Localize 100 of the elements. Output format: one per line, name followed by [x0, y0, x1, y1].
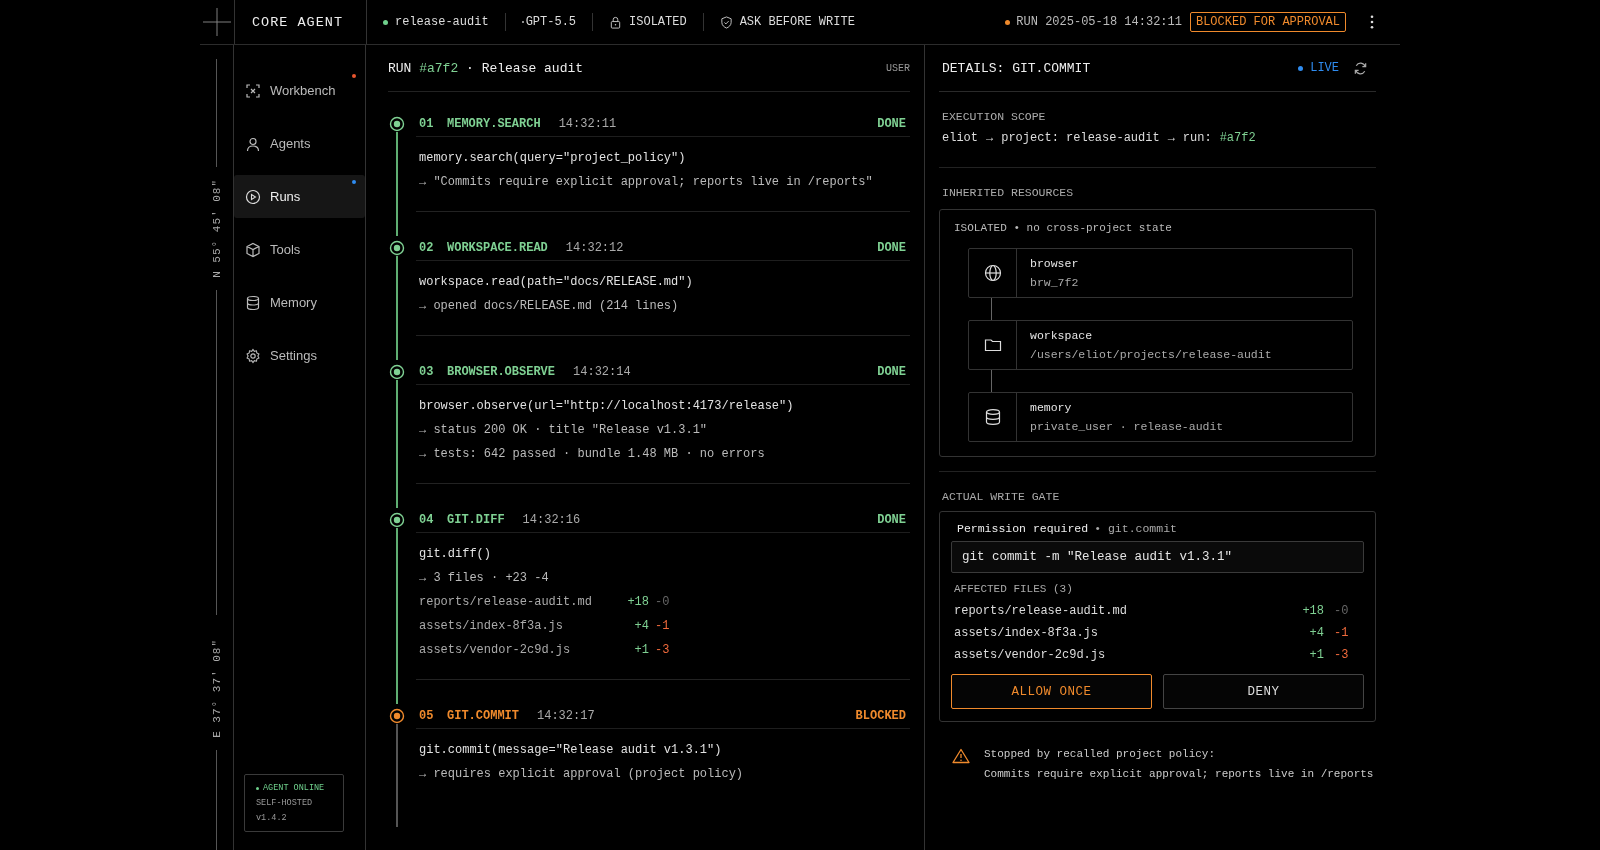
call-line: git.diff()	[419, 547, 492, 561]
step-number: 01	[419, 117, 435, 131]
nav-item[interactable]: Runs	[234, 175, 365, 218]
step-name: BROWSER.OBSERVE	[447, 365, 556, 379]
scope-crumb: project: release-audit	[1001, 131, 1160, 145]
play-circle-icon	[245, 188, 261, 205]
write-policy-label: ASK BEFORE WRITE	[739, 15, 855, 29]
isolation-note: ISOLATED • no cross-project state	[954, 222, 1173, 234]
nav-item[interactable]: Agents	[234, 122, 365, 165]
scope-crumb: →	[986, 131, 994, 145]
removed-count: -3	[655, 643, 671, 657]
nav-item[interactable]: Settings	[234, 334, 365, 377]
scope-crumb: run:	[1182, 131, 1212, 145]
nav-item[interactable]: Workbench	[234, 69, 365, 112]
resource-detail: private_user · release-audit	[1030, 420, 1224, 433]
section-heading: EXECUTION SCOPE	[941, 110, 1047, 123]
file-path: assets/index-8f3a.js	[419, 619, 565, 633]
warning-text: Commits require explicit approval; reports live in /reports	[984, 768, 1374, 780]
model-name: GPT-5.5	[525, 15, 577, 29]
step-time: 14:32:17	[537, 709, 596, 723]
agent-mode: SELF-HOSTED	[256, 798, 314, 808]
section-heading: ACTUAL WRITE GATE	[941, 490, 1061, 503]
step-status: BLOCKED	[855, 709, 906, 723]
removed-count: -1	[1333, 626, 1350, 640]
file-path: reports/release-audit.md	[954, 604, 1128, 618]
output-line: → "Commits require explicit approval; reports live in /reports"	[419, 175, 874, 189]
more-menu-icon[interactable]	[1370, 15, 1374, 29]
scope-crumb: eliot	[942, 131, 978, 145]
removed-count: -3	[1333, 648, 1350, 662]
live-indicator: LIVE	[1310, 61, 1339, 75]
status-dot	[256, 786, 259, 790]
deny-button[interactable]: DENY	[1163, 674, 1364, 709]
isolation-label: ISOLATED	[629, 15, 687, 29]
removed-count: -0	[1333, 604, 1350, 618]
step-time: 14:32:16	[522, 513, 582, 527]
refresh-icon[interactable]	[1353, 60, 1368, 76]
settings-icon	[245, 347, 261, 364]
cube-icon	[245, 241, 261, 258]
affected-files-heading: AFFECTED FILES (3)	[953, 583, 1074, 595]
step-time: 14:32:12	[565, 241, 625, 255]
run-id: #a7f2	[1219, 131, 1256, 145]
resource-detail: brw_7f2	[1030, 276, 1079, 289]
step-status: DONE	[877, 513, 906, 527]
added-count: +4	[1308, 626, 1324, 640]
warning-icon	[952, 748, 970, 764]
lock-icon	[609, 15, 623, 29]
run-timestamp: RUN 2025-05-18 14:32:11	[1016, 15, 1182, 29]
output-line: → opened docs/RELEASE.md (214 lines)	[419, 299, 680, 313]
coordinate-label: E 37° 37' 08"	[210, 639, 223, 738]
status-dot	[1005, 19, 1011, 25]
call-line: memory.search(query="project_policy")	[419, 151, 687, 165]
folder-icon	[983, 336, 1002, 354]
resource-name: browser	[1030, 257, 1079, 270]
agent-online-label: AGENT ONLINE	[263, 783, 325, 793]
output-line: → status 200 OK · title "Release v1.3.1"	[419, 423, 709, 437]
agent-version: v1.4.2	[256, 813, 288, 823]
resource-name: workspace	[1030, 329, 1094, 342]
allow-once-button[interactable]: ALLOW ONCE	[951, 674, 1152, 709]
run-title: RUN #a7f2 · Release audit	[388, 60, 584, 76]
file-path: assets/vendor-2c9d.js	[419, 643, 572, 657]
permission-target: • git.commit	[1094, 522, 1177, 535]
removed-count: -0	[655, 595, 671, 609]
step-name: WORKSPACE.READ	[447, 241, 548, 255]
workbench-icon	[245, 82, 261, 99]
details-title: DETAILS: GIT.COMMIT	[941, 60, 1092, 76]
added-count: +1	[633, 643, 649, 657]
step-number: 02	[419, 241, 435, 255]
added-count: +18	[626, 595, 649, 609]
database-icon	[245, 294, 261, 311]
scope-crumb: →	[1167, 131, 1175, 145]
step-name: GIT.DIFF	[447, 513, 505, 527]
resource-name: memory	[1030, 401, 1073, 414]
shield-icon	[719, 15, 733, 29]
added-count: +1	[1308, 648, 1324, 662]
step-status: DONE	[877, 365, 906, 379]
step-name: MEMORY.SEARCH	[447, 117, 541, 131]
output-line: → 3 files · +23 -4	[419, 571, 550, 585]
removed-count: -1	[655, 619, 671, 633]
call-line: browser.observe(url="http://localhost:4173/release")	[419, 399, 795, 413]
user-icon	[245, 135, 261, 152]
status-dot	[383, 19, 388, 25]
status-dot	[1298, 65, 1304, 71]
nav-item[interactable]: Memory	[234, 281, 365, 324]
call-line: git.commit(message="Release audit v1.3.1")	[419, 743, 723, 757]
nav-item[interactable]: Tools	[234, 228, 365, 271]
user-label: USER	[886, 62, 910, 74]
globe-icon	[983, 264, 1002, 282]
file-path: reports/release-audit.md	[419, 595, 593, 609]
added-count: +4	[633, 619, 649, 633]
database-icon	[983, 408, 1002, 426]
step-number: 05	[419, 709, 435, 723]
coordinate-label: N 55° 45' 08"	[210, 179, 223, 278]
file-path: assets/vendor-2c9d.js	[954, 648, 1107, 662]
crosshair-logo-icon	[203, 8, 231, 36]
step-time: 14:32:14	[573, 365, 632, 379]
command-field[interactable]: git commit -m "Release audit v1.3.1"	[951, 541, 1364, 573]
status-badge: BLOCKED FOR APPROVAL	[1189, 12, 1346, 32]
step-status: DONE	[877, 241, 906, 255]
file-path: assets/index-8f3a.js	[954, 626, 1100, 640]
step-status: DONE	[877, 117, 906, 131]
